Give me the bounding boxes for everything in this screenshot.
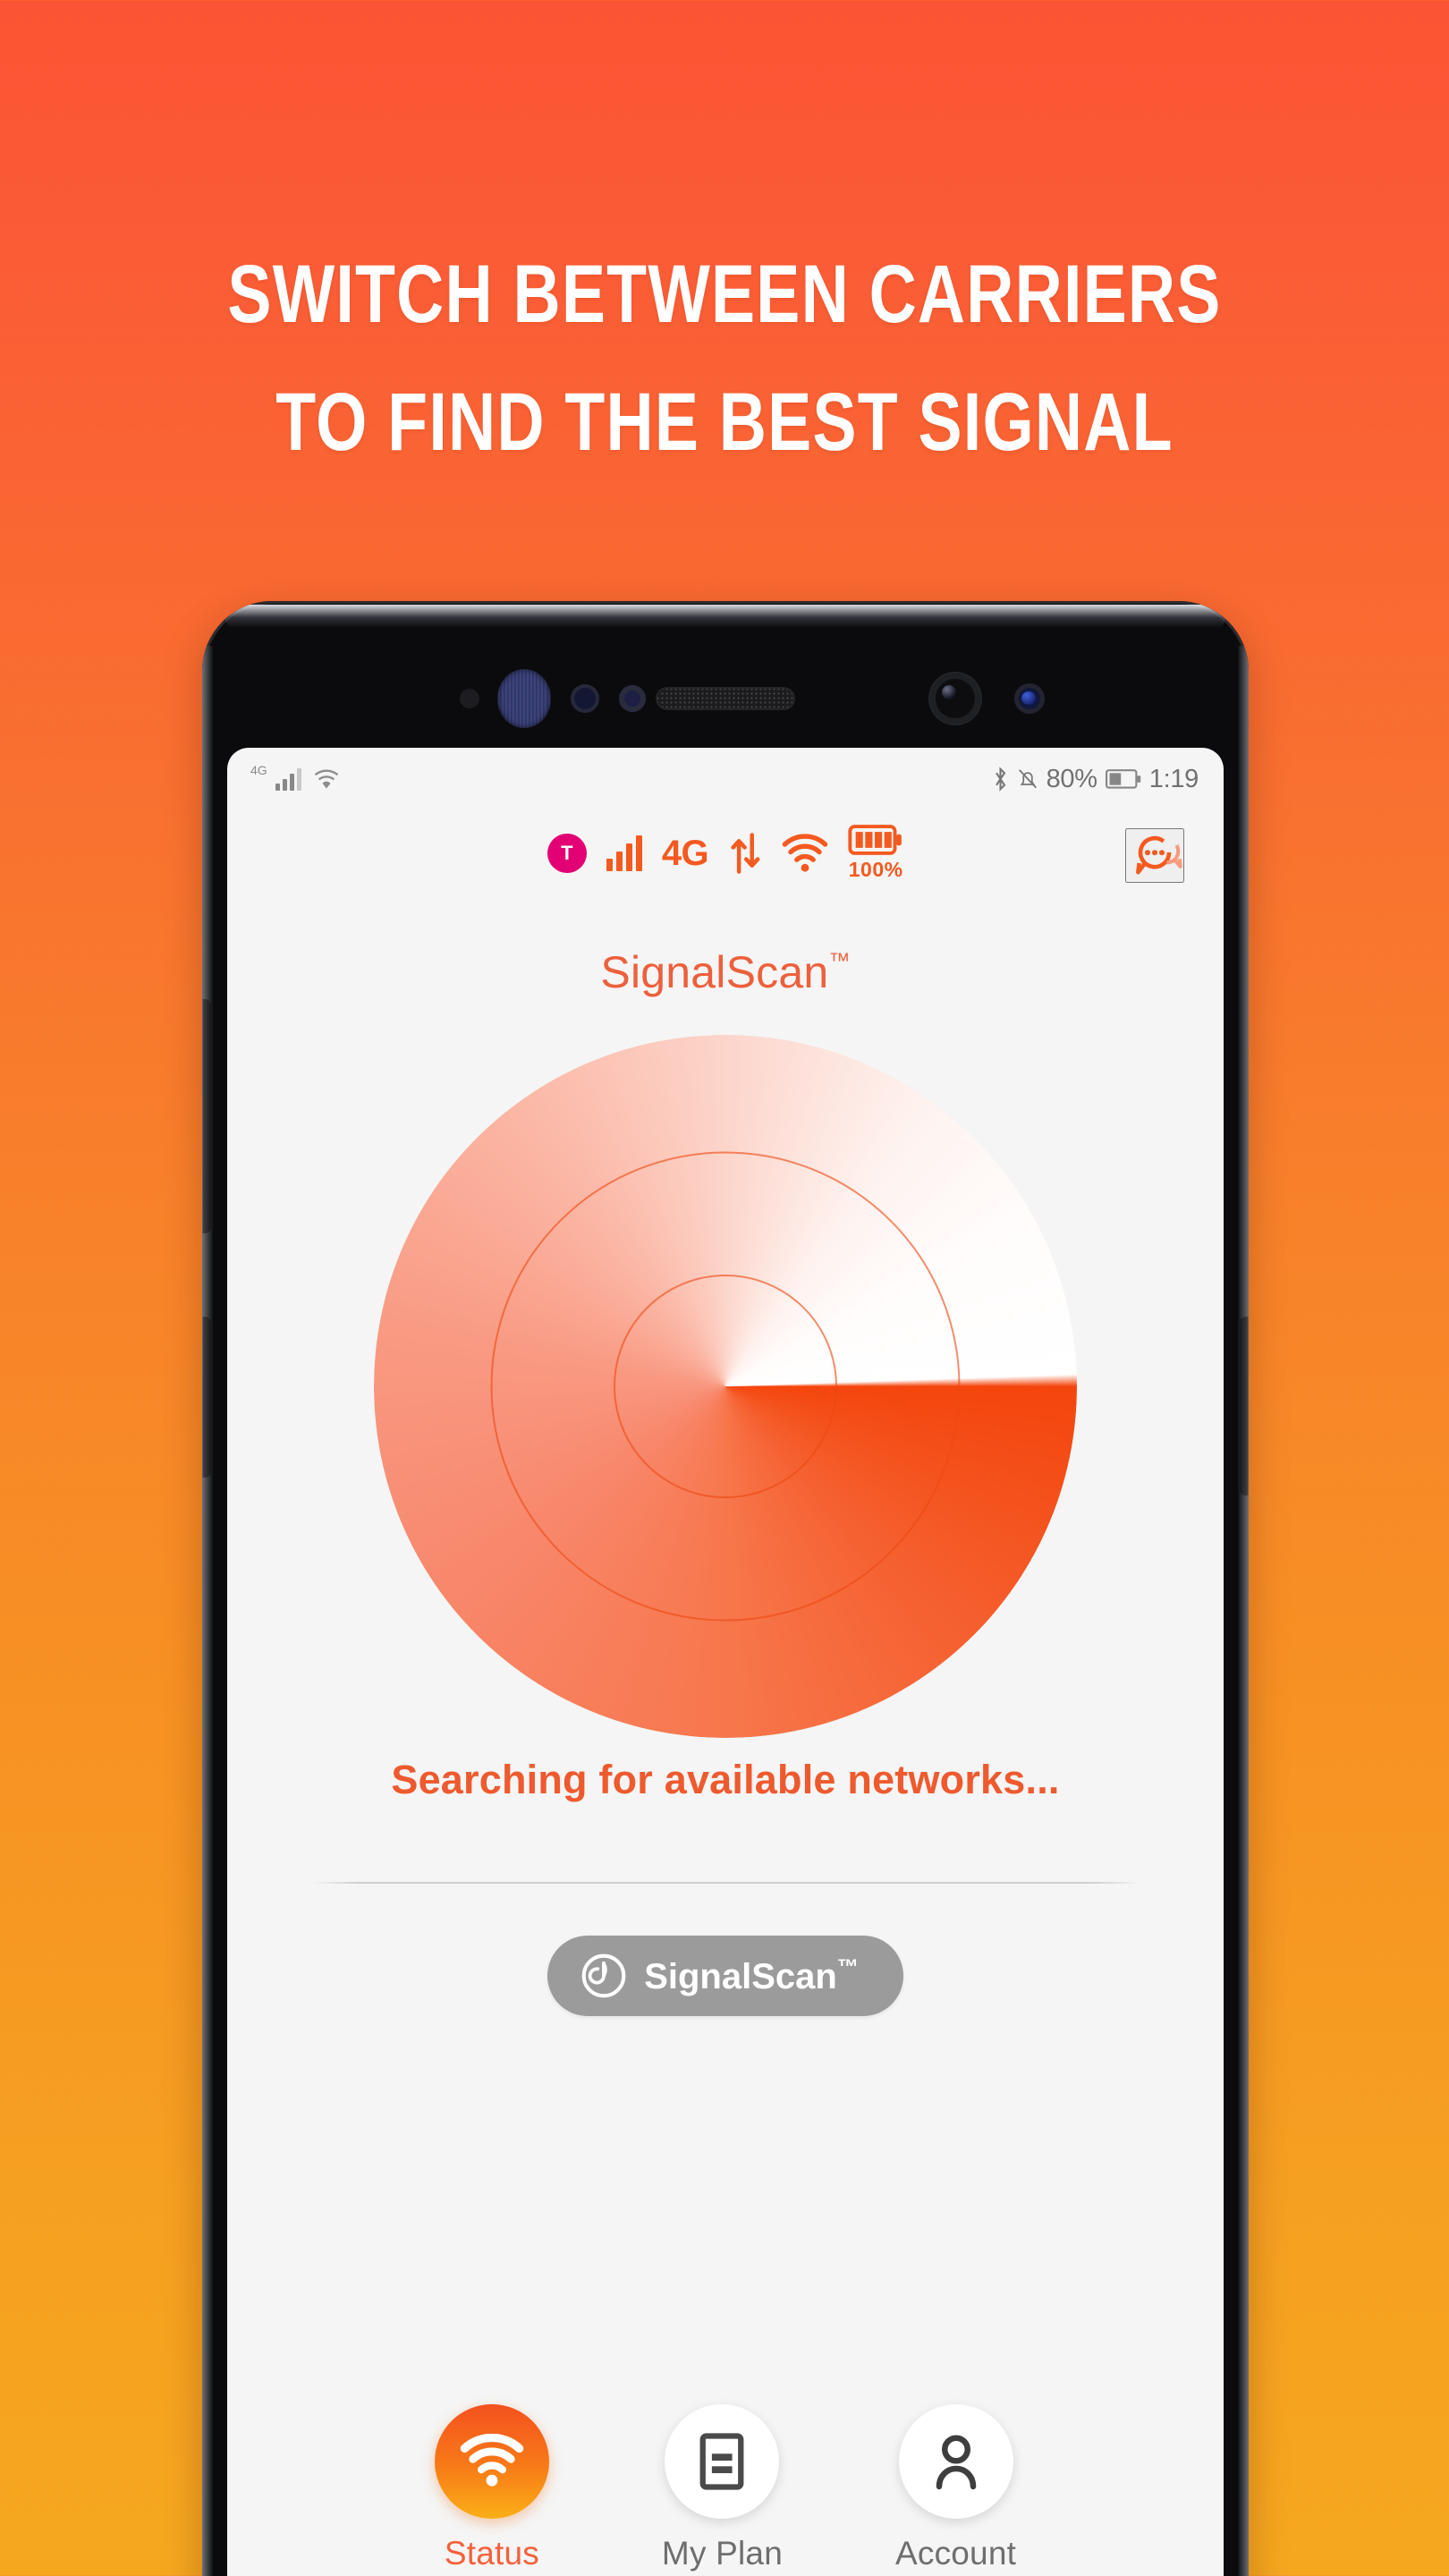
promo-headline: SWITCH BETWEEN CARRIERS TO FIND THE BEST…	[145, 231, 1304, 487]
os-network-type-label: 4G	[250, 763, 267, 777]
battery-full-icon	[848, 825, 902, 855]
app-title-trademark: ™	[828, 949, 851, 973]
data-arrows-icon	[731, 833, 760, 874]
phone-sensor-array	[202, 649, 1249, 748]
os-network-type-icon: 4G	[249, 763, 267, 787]
nav-icon-circle-status	[434, 2404, 549, 2519]
assistant-button[interactable]	[202, 1317, 211, 1478]
radar-sweep	[374, 1035, 1077, 1738]
app-title-text: SignalScan	[600, 947, 829, 997]
radar-ring-inner	[614, 1275, 837, 1498]
light-sensor-icon	[571, 684, 599, 713]
notification-led-icon	[1014, 683, 1045, 714]
os-battery-icon	[1105, 769, 1140, 789]
scan-button-row: SignalScan™	[227, 1936, 1224, 2016]
nav-item-status[interactable]: Status	[434, 2404, 549, 2572]
os-status-bar: 4G 80% 1:19	[227, 748, 1224, 810]
nav-label-status: Status	[444, 2535, 539, 2572]
chat-button[interactable]	[1125, 828, 1184, 883]
app-header-status-icons: T 4G 100%	[227, 825, 1224, 882]
nav-label-account: Account	[894, 2535, 1017, 2572]
os-signal-bars-icon	[275, 767, 301, 791]
nav-icon-circle-my-plan	[665, 2404, 780, 2519]
signalscan-button-label: SignalScan™	[644, 1954, 859, 1996]
radar-visualization	[227, 1029, 1224, 1744]
mute-bell-icon	[1018, 769, 1037, 789]
nav-item-my-plan[interactable]: My Plan	[662, 2404, 783, 2572]
nav-label-my-plan: My Plan	[661, 2535, 783, 2572]
wifi-icon	[460, 2434, 524, 2487]
phone-right-edge	[1238, 646, 1249, 2576]
person-icon	[936, 2435, 976, 2490]
app-title: SignalScan™	[227, 946, 1224, 998]
nav-icon-circle-account	[898, 2404, 1013, 2519]
iris-scanner-icon	[497, 669, 551, 728]
signal-bars-icon	[606, 835, 642, 871]
os-clock: 1:19	[1148, 764, 1199, 793]
volume-button[interactable]	[202, 999, 211, 1233]
wifi-icon	[782, 834, 828, 872]
radar-scan-icon	[581, 1953, 626, 1998]
chat-bubbles-icon	[1136, 835, 1182, 875]
bluetooth-icon	[995, 767, 1005, 792]
network-type-label: 4G	[661, 833, 709, 873]
os-wifi-icon	[314, 769, 338, 789]
front-camera-icon	[930, 674, 980, 724]
earpiece-speaker-icon	[656, 687, 795, 710]
battery-percent-label: 100%	[848, 858, 903, 881]
headline-line-2: TO FIND THE BEST SIGNAL	[275, 377, 1174, 468]
bottom-navigation: Status My Plan Account	[227, 2404, 1224, 2572]
phone-left-edge	[202, 646, 213, 2576]
proximity-sensor-icon	[460, 689, 479, 708]
phone-screen: 4G 80% 1:19 T 4G 100% SignalScan™ Search…	[227, 748, 1224, 2576]
phone-list-icon	[700, 2433, 744, 2490]
app-header: T 4G 100%	[227, 818, 1224, 925]
scan-status-text: Searching for available networks...	[391, 1757, 1060, 1802]
ir-sensor-icon	[619, 685, 646, 712]
signalscan-button[interactable]: SignalScan™	[547, 1936, 903, 2016]
nav-item-account[interactable]: Account	[895, 2404, 1016, 2572]
headline-line-1: SWITCH BETWEEN CARRIERS	[227, 249, 1222, 340]
os-battery-percent: 80%	[1046, 764, 1097, 793]
battery-status: 100%	[848, 825, 903, 882]
carrier-badge: T	[547, 834, 587, 873]
phone-mockup: 4G 80% 1:19 T 4G 100% SignalScan™ Search…	[202, 601, 1249, 2576]
section-divider	[309, 1882, 1141, 1884]
power-button[interactable]	[1240, 1317, 1249, 1496]
